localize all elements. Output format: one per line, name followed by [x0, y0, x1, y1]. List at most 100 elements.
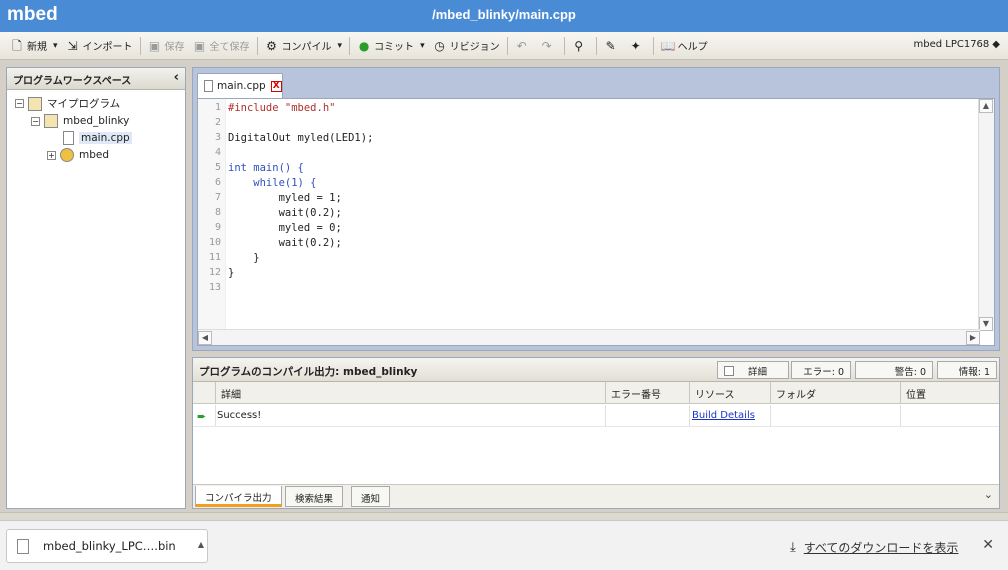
file-icon	[17, 538, 29, 554]
chevron-down-icon[interactable]: ▾	[53, 41, 58, 51]
tree-item-mbed-library[interactable]: + mbed	[47, 148, 109, 162]
revision-icon: ◷	[434, 38, 445, 53]
scroll-down-icon[interactable]: ▼	[979, 317, 993, 331]
help-book-icon: 📖	[660, 38, 676, 53]
column-divider	[605, 405, 606, 426]
info-count: 情報: 1	[937, 361, 997, 379]
column-divider	[900, 382, 901, 404]
scroll-up-icon[interactable]: ▲	[979, 99, 993, 113]
toolbar-divider	[139, 36, 141, 55]
line-number: 5	[214, 162, 221, 173]
code-line: myled = 0;	[228, 222, 342, 234]
code-line: }	[228, 252, 260, 264]
code-line: #include "mbed.h"	[228, 102, 336, 114]
workspace-header: プログラムワークスペース ‹	[7, 68, 185, 90]
status-bar	[0, 512, 1008, 520]
success-arrow-icon: ➨	[197, 410, 207, 423]
workspace-panel: プログラムワークスペース ‹ − マイプログラム − mbed_blinky main…	[6, 67, 186, 509]
chevron-down-icon[interactable]: ⌄	[984, 488, 993, 501]
chevron-down-icon[interactable]: ▾	[420, 41, 425, 51]
help-button[interactable]: 📖 ヘルプ	[657, 35, 712, 57]
revision-button[interactable]: ◷ リビジョン	[429, 35, 504, 57]
tab-search-results[interactable]: 検索結果	[285, 486, 344, 507]
line-number: 4	[214, 147, 221, 158]
detail-toggle[interactable]: 詳細	[717, 361, 789, 379]
new-button[interactable]: 🗋 新規 ▾	[6, 35, 62, 57]
commit-icon: ●	[358, 38, 370, 53]
scroll-left-icon[interactable]: ◀	[198, 331, 212, 345]
toolbar-divider	[506, 36, 508, 55]
checkbox-icon[interactable]	[724, 366, 734, 376]
column-divider	[770, 405, 771, 426]
table-row[interactable]: ➨ Success! Build Details	[193, 405, 999, 427]
code-editor[interactable]: 1 2 3 4 5 6 7 8 9 10 11 12 13 ▲ ▼ ◀ ▶ #include "mbed.h…	[197, 98, 995, 346]
warning-count: 警告: 0	[855, 361, 933, 379]
cpp-file-icon	[63, 131, 74, 145]
show-all-downloads-link[interactable]: ⤓ すべてのダウンロードを表示	[790, 539, 958, 556]
tab-compiler-output[interactable]: コンパイラ出力	[195, 486, 282, 507]
vertical-scrollbar[interactable]: ▲ ▼	[978, 99, 994, 331]
code-line: myled = 1;	[228, 192, 342, 204]
download-bar: mbed_blinky_LPC….bin ▲ ⤓ すべてのダウンロードを表示 ✕	[0, 520, 1008, 570]
save-button[interactable]: ▣ 保存	[144, 35, 189, 57]
magic-wand-button[interactable]: ✦	[625, 35, 650, 57]
tree-item-main-cpp[interactable]: main.cpp	[63, 131, 132, 145]
line-number: 10	[208, 237, 221, 248]
undo-button[interactable]: ↶	[511, 35, 536, 57]
find-button[interactable]: ⚲	[568, 35, 593, 57]
column-detail[interactable]: 詳細	[221, 386, 241, 401]
row-detail: Success!	[217, 410, 262, 421]
library-gear-icon	[60, 148, 74, 162]
chevron-down-icon[interactable]: ▲	[198, 540, 204, 549]
column-resource[interactable]: リソース	[695, 386, 735, 401]
magic-wand-icon: ✦	[630, 38, 641, 53]
collapse-minus-icon[interactable]: −	[15, 99, 24, 108]
compile-button[interactable]: ⚙ コンパイル ▾	[261, 35, 347, 57]
toolbar-divider	[349, 36, 351, 55]
column-error-number[interactable]: エラー番号	[611, 386, 661, 401]
format-button[interactable]: ✎	[600, 35, 625, 57]
collapse-chevron-icon[interactable]: ‹	[174, 70, 179, 85]
line-number: 13	[208, 282, 221, 293]
download-item[interactable]: mbed_blinky_LPC….bin ▲	[6, 529, 208, 563]
import-icon: ⇲	[67, 38, 78, 53]
tree-item-my-programs[interactable]: − マイプログラム	[15, 96, 120, 111]
device-selector[interactable]: mbed LPC1768 ◆	[913, 39, 1000, 50]
new-file-icon: 🗋	[12, 38, 22, 53]
expand-plus-icon[interactable]: +	[47, 150, 56, 160]
tree-item-program[interactable]: − mbed_blinky	[31, 114, 129, 128]
code-line: DigitalOut myled(LED1);	[228, 132, 374, 144]
tab-notifications[interactable]: 通知	[351, 486, 391, 507]
close-icon[interactable]: ✕	[982, 537, 994, 553]
collapse-minus-icon[interactable]: −	[31, 116, 40, 126]
error-count: エラー: 0	[791, 361, 851, 379]
toolbar-divider	[563, 36, 565, 55]
file-path-title: /mbed_blinky/main.cpp	[432, 7, 576, 22]
column-divider	[770, 382, 771, 404]
build-details-link[interactable]: Build Details	[692, 410, 755, 421]
output-header: プログラムのコンパイル出力: mbed_blinky 詳細 エラー: 0 警告:…	[193, 358, 999, 382]
column-location[interactable]: 位置	[906, 386, 926, 401]
code-line: wait(0.2);	[228, 207, 342, 219]
chevron-down-icon[interactable]: ▾	[338, 41, 343, 51]
column-folder[interactable]: フォルダ	[776, 386, 816, 401]
code-line: int main() {	[228, 162, 304, 174]
line-number: 12	[208, 267, 221, 278]
line-number: 9	[214, 222, 221, 233]
save-all-button[interactable]: ▣ 全て保存	[189, 35, 254, 57]
redo-button[interactable]: ↷	[536, 35, 561, 57]
code-line: while(1) {	[228, 177, 317, 189]
line-number: 11	[208, 252, 221, 263]
toolbar-divider	[256, 36, 258, 55]
line-number: 8	[214, 207, 221, 218]
line-number-gutter: 1 2 3 4 5 6 7 8 9 10 11 12 13	[198, 99, 226, 331]
import-button[interactable]: ⇲ インポート	[62, 35, 137, 57]
column-divider	[605, 382, 606, 404]
scroll-right-icon[interactable]: ▶	[966, 331, 980, 345]
output-title: プログラムのコンパイル出力: mbed_blinky	[199, 366, 418, 378]
horizontal-scrollbar[interactable]: ◀ ▶	[198, 329, 980, 345]
commit-button[interactable]: ● コミット ▾	[353, 35, 429, 57]
code-line: }	[228, 267, 235, 279]
tab-main-cpp[interactable]: main.cpp X	[197, 73, 283, 98]
close-tab-icon[interactable]: X	[270, 80, 282, 92]
